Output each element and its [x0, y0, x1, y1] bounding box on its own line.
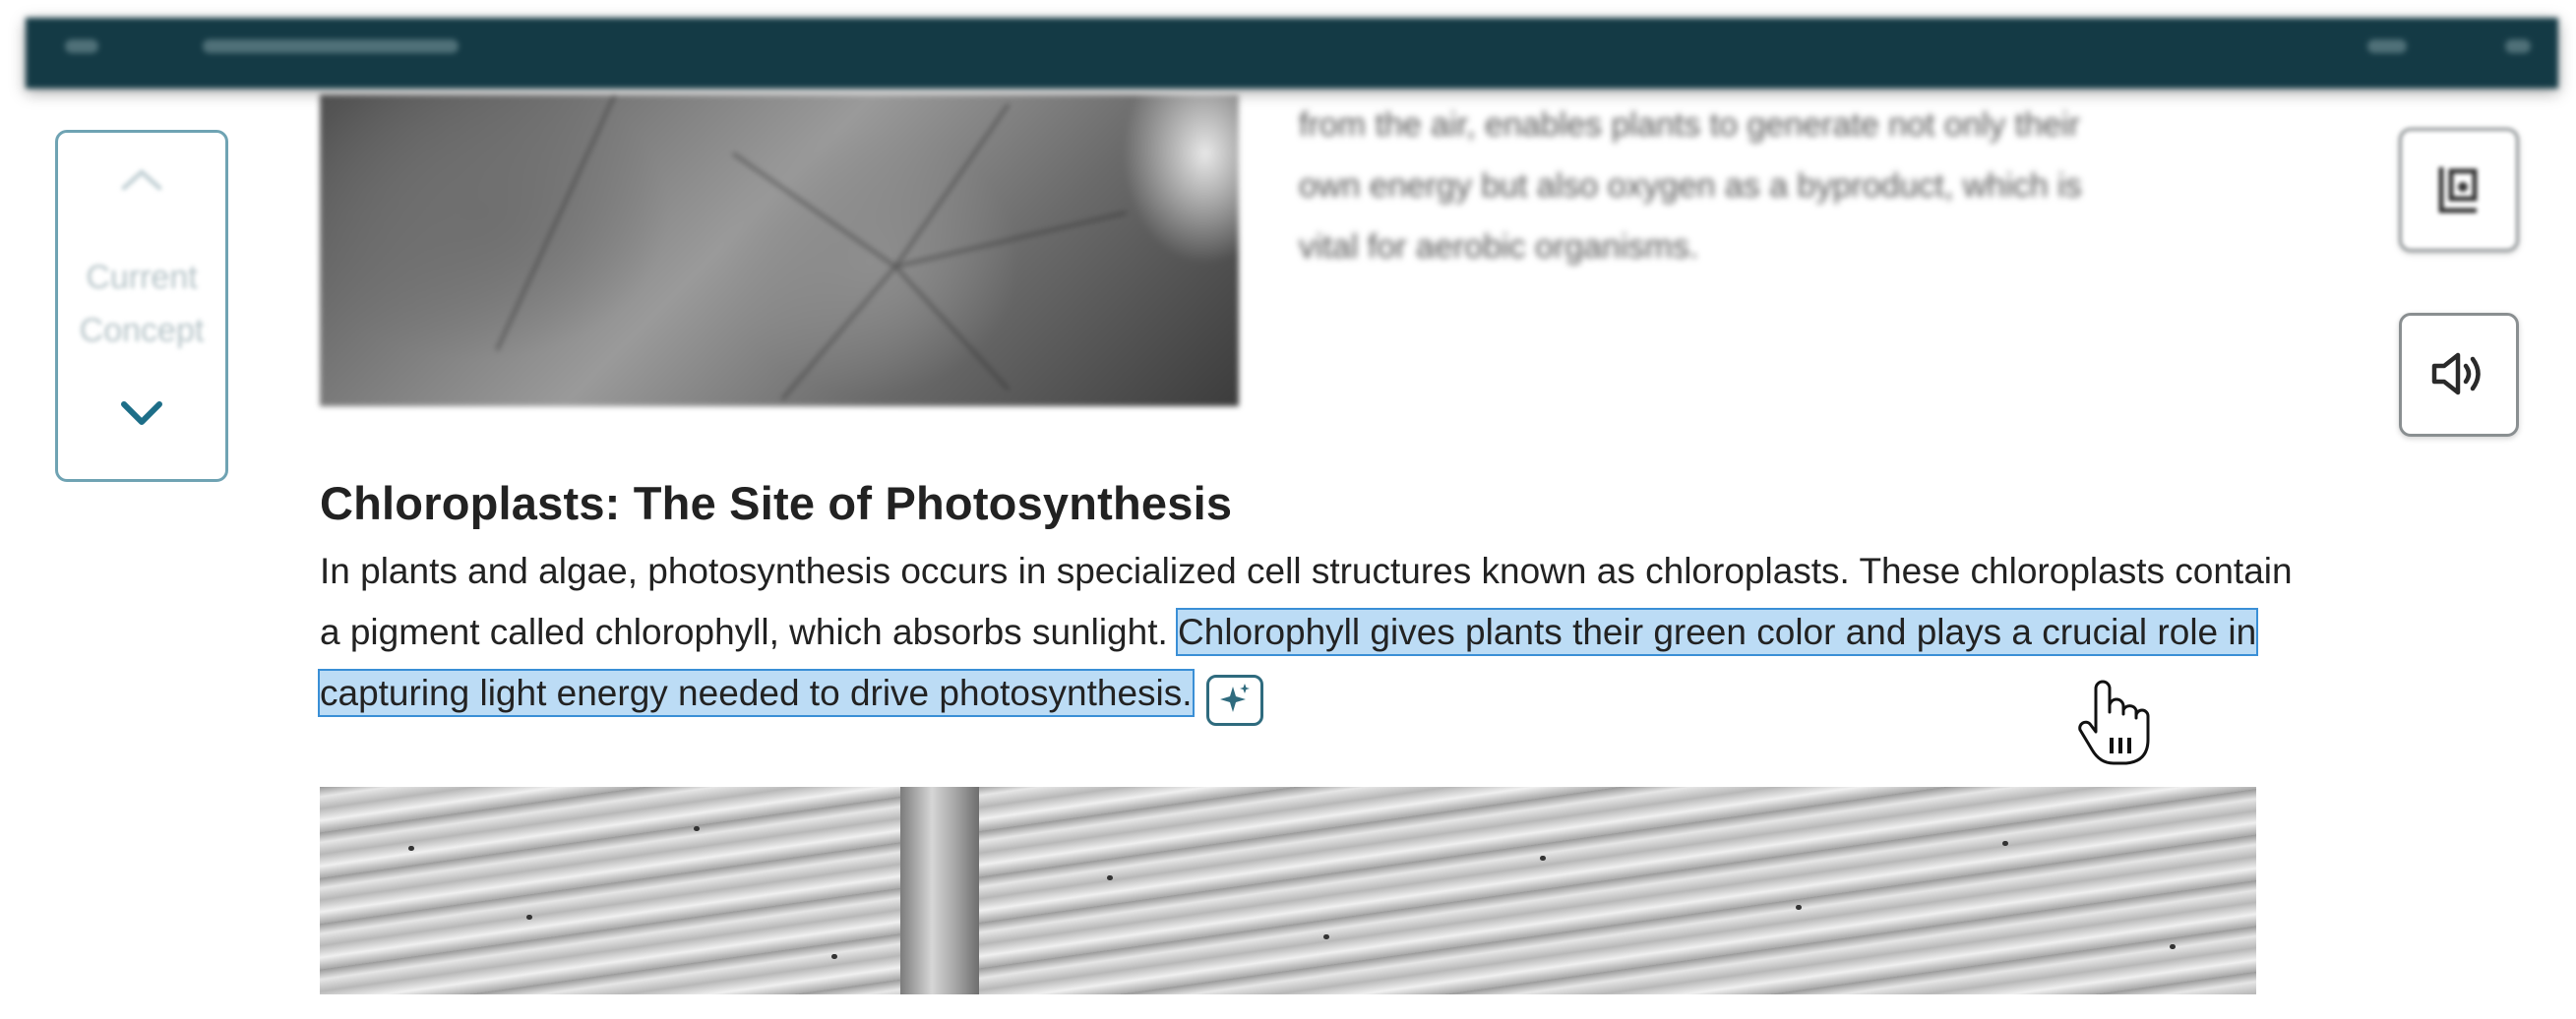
read-aloud-button[interactable]	[2399, 313, 2519, 437]
leaf-midrib	[900, 787, 979, 994]
leaf-speck	[831, 954, 837, 959]
speaker-icon	[2428, 349, 2489, 401]
settings-icon[interactable]	[2367, 39, 2407, 53]
notes-icon	[2427, 157, 2490, 223]
leaf-speck	[526, 915, 532, 920]
section-heading: Chloroplasts: The Site of Photosynthesis	[320, 477, 1233, 529]
sparkle-icon	[1218, 682, 1252, 718]
hand-pointer-cursor-icon	[2074, 679, 2153, 774]
current-concept-navigator: Current Concept	[55, 130, 228, 482]
section-paragraph: In plants and algae, photosynthesis occu…	[317, 541, 2298, 726]
next-concept-chevron-down-icon[interactable]	[58, 400, 225, 430]
course-title	[203, 39, 459, 53]
leaf-closeup-image	[320, 787, 2256, 994]
previous-concept-chevron-up-icon[interactable]	[58, 156, 225, 200]
top-navigation-bar	[26, 18, 2558, 89]
leaf-speck	[2002, 841, 2008, 846]
leaf-speck	[1107, 875, 1113, 880]
ai-assist-button[interactable]	[1205, 674, 1263, 726]
close-icon[interactable]	[2505, 39, 2531, 53]
menu-icon[interactable]	[65, 39, 98, 53]
leaf-speck	[1540, 856, 1546, 861]
plant-leaf-image	[320, 94, 1239, 406]
leaf-speck	[2170, 944, 2176, 949]
intro-paragraph-blurred: from the air, enables plants to generate…	[1299, 106, 2082, 266]
current-concept-label: Current Concept	[79, 259, 205, 349]
leaf-speck	[694, 826, 700, 831]
leaf-speck	[408, 846, 414, 851]
leaf-speck	[1323, 934, 1329, 939]
leaf-speck	[1796, 905, 1802, 910]
notes-button[interactable]	[2399, 128, 2519, 252]
